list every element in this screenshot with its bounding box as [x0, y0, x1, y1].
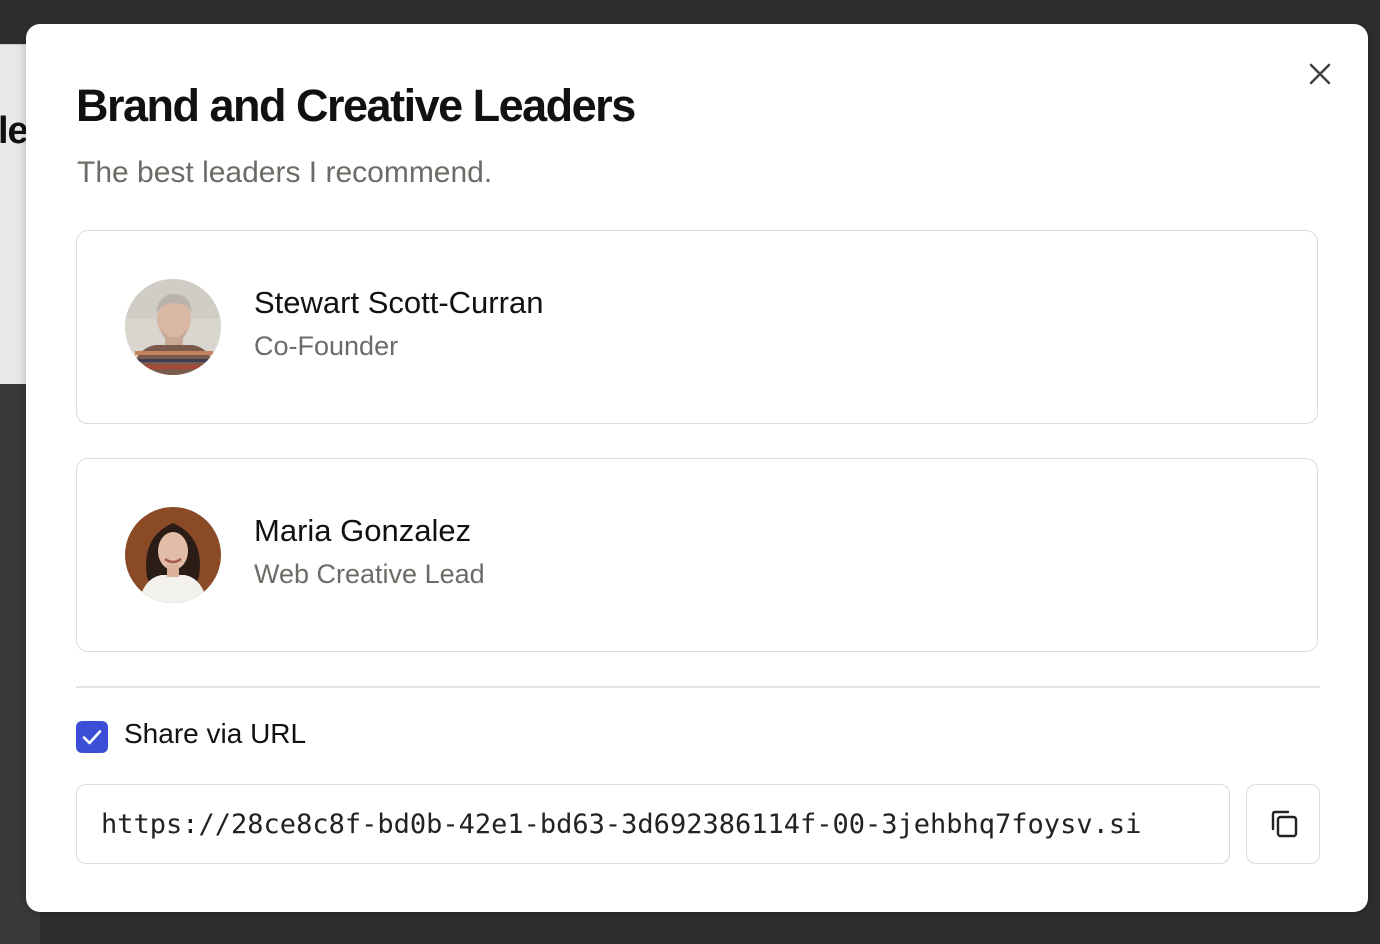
copy-icon: [1267, 807, 1301, 841]
person-card[interactable]: Maria Gonzalez Web Creative Lead: [76, 458, 1318, 652]
background-heading-fragment: le: [0, 110, 28, 153]
close-icon: [1306, 60, 1334, 88]
person-name: Maria Gonzalez: [254, 513, 471, 549]
person-card[interactable]: Stewart Scott-Curran Co-Founder: [76, 230, 1318, 424]
person-role: Co-Founder: [254, 331, 398, 362]
checkmark-icon: [76, 721, 108, 753]
section-divider: [76, 686, 1320, 688]
share-via-url-checkbox[interactable]: [76, 721, 108, 753]
person-role: Web Creative Lead: [254, 559, 485, 590]
person-name: Stewart Scott-Curran: [254, 285, 543, 321]
avatar: [125, 279, 221, 375]
close-button[interactable]: [1306, 60, 1334, 88]
modal-title: Brand and Creative Leaders: [76, 80, 635, 132]
avatar-photo: [125, 279, 221, 375]
share-via-url-label[interactable]: Share via URL: [124, 718, 306, 750]
share-list-modal: Brand and Creative Leaders The best lead…: [26, 24, 1368, 912]
share-url-field[interactable]: [76, 784, 1230, 864]
avatar: [125, 507, 221, 603]
modal-subtitle: The best leaders I recommend.: [77, 156, 492, 190]
copy-url-button[interactable]: [1246, 784, 1320, 864]
avatar-photo: [125, 507, 221, 603]
